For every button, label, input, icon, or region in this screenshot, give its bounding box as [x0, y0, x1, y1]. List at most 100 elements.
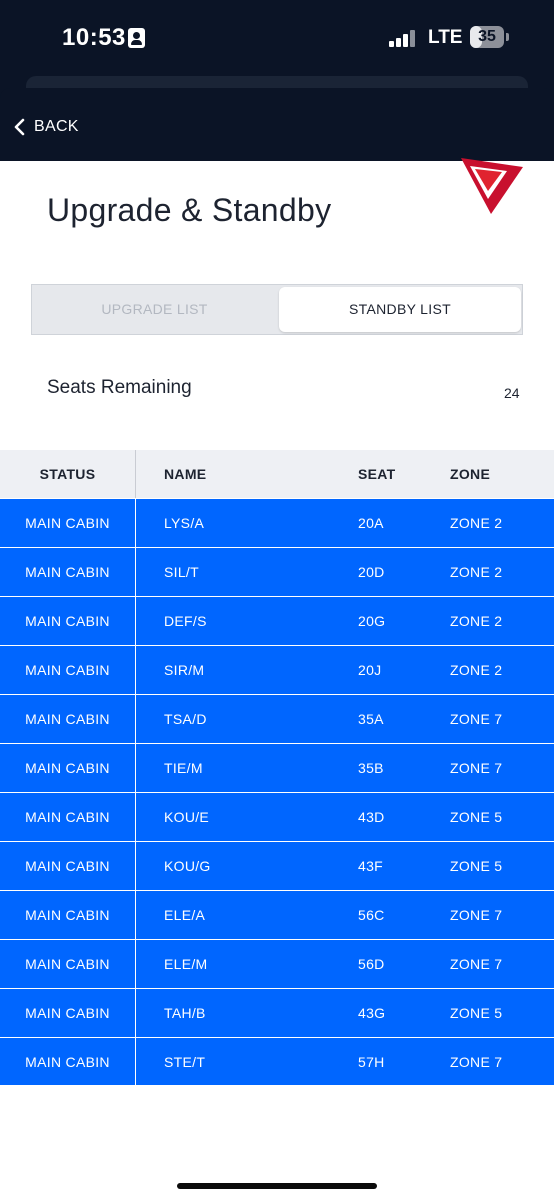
zone-cell: ZONE 5 — [450, 858, 503, 874]
zone-cell: ZONE 2 — [450, 515, 503, 531]
table-body: MAIN CABIN LYS/A 20A ZONE 2 MAIN CABIN SIL/T… — [0, 498, 554, 1086]
column-header-status: STATUS — [39, 466, 96, 482]
app-header: 10:53 LTE 35 BACK — [0, 0, 554, 161]
network-type: LTE — [428, 27, 463, 48]
battery-icon: 35 — [470, 26, 504, 48]
name-cell: KOU/E — [164, 809, 210, 825]
seat-cell: 20G — [358, 613, 386, 629]
status-time: 10:53 — [62, 24, 126, 51]
column-divider — [135, 989, 136, 1037]
name-cell: SIR/M — [164, 662, 205, 678]
tab-standby-list[interactable]: STANDBY LIST — [279, 287, 521, 332]
seat-cell: 20J — [358, 662, 382, 678]
column-header-name: NAME — [164, 466, 207, 482]
back-button[interactable]: BACK — [12, 112, 79, 142]
standby-table: STATUS NAME SEAT ZONE MAIN CABIN LYS/A 20A… — [0, 450, 554, 1086]
table-row: MAIN CABIN ELE/M 56D ZONE 7 — [0, 939, 554, 988]
status-cell: MAIN CABIN — [25, 1005, 110, 1021]
name-cell: KOU/G — [164, 858, 211, 874]
column-divider — [135, 450, 136, 498]
seats-remaining-label: Seats Remaining — [47, 377, 192, 398]
delta-widget-logo-icon — [461, 158, 523, 214]
status-cell: MAIN CABIN — [25, 515, 110, 531]
seat-cell: 35A — [358, 711, 384, 727]
page-title: Upgrade & Standby — [47, 192, 332, 228]
column-divider — [135, 499, 136, 547]
zone-cell: ZONE 5 — [450, 1005, 503, 1021]
column-header-seat: SEAT — [358, 466, 396, 482]
signal-strength-icon — [389, 29, 417, 47]
column-divider — [135, 744, 136, 792]
name-cell: TAH/B — [164, 1005, 206, 1021]
list-segmented-control: UPGRADE LIST STANDBY LIST — [31, 284, 523, 335]
seat-cell: 20D — [358, 564, 385, 580]
tab-upgrade-list[interactable]: UPGRADE LIST — [32, 285, 277, 334]
table-row: MAIN CABIN KOU/E 43D ZONE 5 — [0, 792, 554, 841]
status-cell: MAIN CABIN — [25, 662, 110, 678]
table-row: MAIN CABIN TAH/B 43G ZONE 5 — [0, 988, 554, 1037]
seat-cell: 20A — [358, 515, 384, 531]
status-bar: 10:53 LTE 35 — [0, 0, 554, 76]
status-cell: MAIN CABIN — [25, 711, 110, 727]
name-cell: STE/T — [164, 1054, 206, 1070]
name-cell: ELE/M — [164, 956, 208, 972]
seats-remaining-value: 24 — [504, 385, 520, 401]
chevron-left-icon — [14, 118, 25, 136]
name-cell: TSA/D — [164, 711, 207, 727]
zone-cell: ZONE 5 — [450, 809, 503, 825]
table-row: MAIN CABIN TSA/D 35A ZONE 7 — [0, 694, 554, 743]
seat-cell: 35B — [358, 760, 384, 776]
name-cell: ELE/A — [164, 907, 206, 923]
zone-cell: ZONE 2 — [450, 662, 503, 678]
zone-cell: ZONE 2 — [450, 564, 503, 580]
battery-cap — [506, 33, 509, 41]
status-cell: MAIN CABIN — [25, 956, 110, 972]
battery-percentage: 35 — [478, 28, 496, 45]
contact-card-icon — [128, 28, 145, 48]
table-header: STATUS NAME SEAT ZONE — [0, 450, 554, 498]
column-divider — [135, 695, 136, 743]
zone-cell: ZONE 7 — [450, 956, 503, 972]
nav-bar — [0, 88, 554, 161]
home-indicator — [177, 1183, 377, 1189]
name-cell: DEF/S — [164, 613, 207, 629]
back-label: BACK — [34, 118, 79, 135]
table-row: MAIN CABIN STE/T 57H ZONE 7 — [0, 1037, 554, 1086]
zone-cell: ZONE 7 — [450, 711, 503, 727]
name-cell: LYS/A — [164, 515, 205, 531]
seat-cell: 43G — [358, 1005, 386, 1021]
seat-cell: 56D — [358, 956, 385, 972]
status-cell: MAIN CABIN — [25, 564, 110, 580]
status-cell: MAIN CABIN — [25, 1054, 110, 1070]
column-divider — [135, 891, 136, 939]
zone-cell: ZONE 2 — [450, 613, 503, 629]
column-header-zone: ZONE — [450, 466, 491, 482]
seat-cell: 57H — [358, 1054, 385, 1070]
name-cell: SIL/T — [164, 564, 199, 580]
column-divider — [135, 793, 136, 841]
status-cell: MAIN CABIN — [25, 858, 110, 874]
table-row: MAIN CABIN SIL/T 20D ZONE 2 — [0, 547, 554, 596]
table-row: MAIN CABIN ELE/A 56C ZONE 7 — [0, 890, 554, 939]
column-divider — [135, 842, 136, 890]
status-cell: MAIN CABIN — [25, 760, 110, 776]
status-cell: MAIN CABIN — [25, 613, 110, 629]
column-divider — [135, 940, 136, 988]
table-row: MAIN CABIN TIE/M 35B ZONE 7 — [0, 743, 554, 792]
zone-cell: ZONE 7 — [450, 907, 503, 923]
seat-cell: 43F — [358, 858, 384, 874]
column-divider — [135, 1038, 136, 1085]
table-row: MAIN CABIN DEF/S 20G ZONE 2 — [0, 596, 554, 645]
name-cell: TIE/M — [164, 760, 203, 776]
table-row: MAIN CABIN SIR/M 20J ZONE 2 — [0, 645, 554, 694]
zone-cell: ZONE 7 — [450, 760, 503, 776]
column-divider — [135, 646, 136, 694]
status-cell: MAIN CABIN — [25, 809, 110, 825]
column-divider — [135, 597, 136, 645]
seat-cell: 56C — [358, 907, 385, 923]
table-row: MAIN CABIN LYS/A 20A ZONE 2 — [0, 498, 554, 547]
table-row: MAIN CABIN KOU/G 43F ZONE 5 — [0, 841, 554, 890]
seat-cell: 43D — [358, 809, 385, 825]
column-divider — [135, 548, 136, 596]
status-cell: MAIN CABIN — [25, 907, 110, 923]
